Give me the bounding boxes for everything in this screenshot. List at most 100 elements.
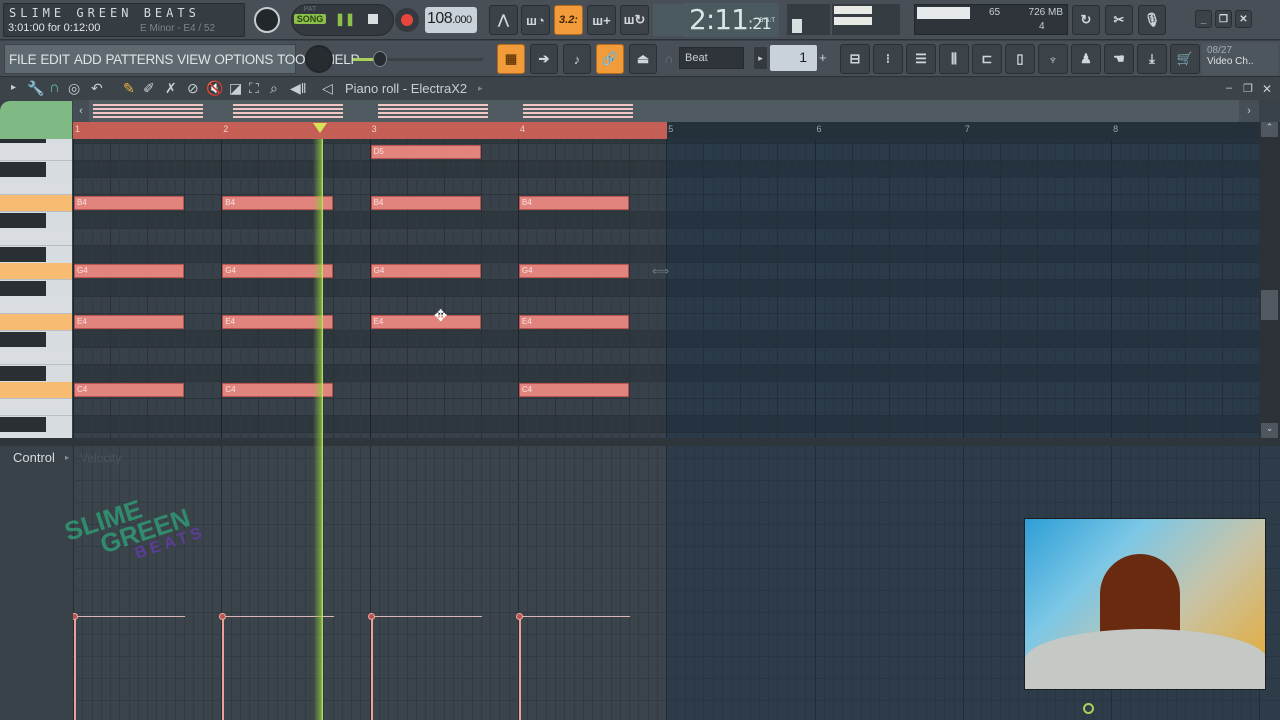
news-panel[interactable]: 08/27 Video Ch.. (1202, 43, 1278, 75)
note[interactable]: B4 (370, 196, 481, 210)
arrow-button[interactable]: ➔ (530, 44, 558, 74)
step-edit-button[interactable]: ш+ (587, 5, 616, 35)
note[interactable]: E4 (518, 315, 630, 329)
shop-button[interactable]: 🛒 (1170, 44, 1200, 74)
record-mode-icon[interactable]: ◎ (68, 80, 80, 97)
countdown-button[interactable]: 3.2: (554, 5, 583, 35)
step-value[interactable]: 1 (770, 45, 817, 71)
note[interactable]: C4 (518, 383, 630, 397)
microphone-button[interactable]: 🎙 (1138, 5, 1166, 35)
tempo-display[interactable]: 108.000 (425, 7, 477, 33)
mute-tool-icon[interactable]: ⊘ (187, 80, 199, 97)
white-key[interactable] (0, 398, 72, 416)
song-position-clock[interactable]: 2:11:21 B:S:T (683, 3, 779, 37)
main-pitch-knob[interactable] (305, 45, 333, 73)
typing-keyboard-button[interactable]: ⏏ (629, 44, 657, 74)
note[interactable]: B4 (518, 196, 630, 210)
note[interactable]: B4 (74, 196, 185, 210)
menu-file[interactable]: FILE (9, 52, 37, 67)
ruler-selection[interactable]: 1 2 3 4 (73, 122, 667, 139)
note[interactable]: G4 (518, 264, 630, 278)
note-grid[interactable]: B4 G4 E4 C4 B4 G4 E4 C4 D5 B4 G4 E4 B4 G4 E4 C4 (73, 139, 1259, 438)
black-key[interactable] (0, 212, 46, 228)
note[interactable]: E4 (74, 315, 185, 329)
scroll-left-button[interactable]: ‹ (73, 100, 89, 122)
playhead[interactable] (312, 139, 323, 720)
step-sequencer-button[interactable]: ⁝ (873, 44, 903, 74)
slider-handle[interactable] (373, 51, 387, 67)
playhead-marker[interactable] (312, 123, 327, 133)
pattern-overview-scrollbar[interactable] (73, 100, 1259, 122)
record-button[interactable] (395, 8, 419, 32)
performance-button[interactable]: ♟ (1071, 44, 1101, 74)
splitter[interactable] (0, 438, 1280, 446)
minimize-button[interactable]: _ (1195, 10, 1212, 28)
mute-speaker-icon[interactable]: 🔇 (206, 80, 223, 97)
undo-history-button[interactable]: ↻ (1072, 5, 1100, 35)
magnet-snap-icon[interactable]: ∩ (49, 79, 60, 96)
step-add-button[interactable]: + (819, 50, 827, 65)
note[interactable]: D5 (370, 145, 481, 159)
menu-patterns[interactable]: PATTERNS (105, 52, 173, 67)
paint-brush-icon[interactable]: ✐ (143, 80, 155, 97)
delete-tool-icon[interactable]: ✗ (165, 80, 177, 97)
note[interactable]: G4 (370, 264, 481, 278)
scroll-right-button[interactable]: › (1239, 100, 1259, 122)
pencil-icon[interactable]: ✎ (123, 80, 135, 97)
black-key[interactable] (0, 331, 46, 347)
menu-edit[interactable]: EDIT (40, 52, 70, 67)
pr-close-button[interactable]: ✕ (1262, 82, 1272, 96)
scroll-thumb[interactable] (1261, 290, 1278, 320)
control-label[interactable]: Control (13, 450, 55, 465)
stop-button[interactable] (368, 14, 378, 24)
note[interactable]: G4 (74, 264, 185, 278)
note[interactable]: E4 (370, 315, 481, 329)
black-key[interactable] (0, 280, 46, 296)
speaker-icon[interactable]: ◁ (322, 80, 333, 97)
playback-tool-icon[interactable]: ◀‖ (290, 80, 307, 97)
white-key[interactable] (0, 347, 72, 365)
title-arrow-icon[interactable]: ▸ (478, 83, 483, 94)
mixer-button[interactable]: ⫼ (939, 44, 969, 74)
velocity-bar[interactable] (222, 616, 225, 720)
control-arrow-icon[interactable]: ▸ (65, 453, 69, 462)
options-arrow-icon[interactable]: ▸ (11, 82, 16, 93)
maximize-button[interactable]: ❐ (1215, 10, 1232, 28)
velocity-bar[interactable] (74, 616, 76, 720)
white-key[interactable] (0, 381, 72, 399)
metronome-button[interactable]: ⋀ (489, 5, 518, 35)
loop-record-button[interactable]: ш↻ (620, 5, 649, 35)
zoom-tool-icon[interactable]: ⌕ (270, 80, 278, 97)
menu-add[interactable]: ADD (74, 52, 102, 67)
menu-view[interactable]: VIEW (177, 52, 211, 67)
white-key[interactable] (0, 262, 72, 280)
wait-input-button[interactable]: ш◔ (521, 5, 550, 35)
select-tool-icon[interactable]: ⛶ (249, 80, 259, 97)
browser-button[interactable]: ⊏ (972, 44, 1002, 74)
velocity-handle[interactable] (73, 613, 78, 620)
plugin-picker-button[interactable]: ▯ (1005, 44, 1035, 74)
scroll-down-button[interactable]: ⌄ (1261, 423, 1278, 438)
scroll-up-button[interactable]: ⌃ (1261, 122, 1278, 137)
white-key[interactable] (0, 194, 72, 212)
black-key[interactable] (0, 365, 46, 381)
link-button[interactable]: 🔗 (596, 44, 624, 74)
velocity-handle[interactable] (367, 613, 375, 620)
step-prev-button[interactable]: ▸ (754, 47, 767, 69)
piano-keyboard[interactable] (0, 139, 72, 438)
white-key[interactable] (0, 143, 72, 161)
close-button[interactable]: ✕ (1235, 10, 1252, 28)
plugin-button[interactable]: ♆ (1038, 44, 1068, 74)
velocity-bar[interactable] (518, 616, 521, 720)
cut-button[interactable]: ✂ (1105, 5, 1133, 35)
wrench-icon[interactable]: 🔧 (27, 80, 44, 97)
pause-button[interactable]: ❚❚ (335, 12, 355, 26)
piano-roll-button[interactable]: ▦ (497, 44, 525, 74)
download-button[interactable]: ⤓ (1137, 44, 1167, 74)
touch-button[interactable]: ☚ (1104, 44, 1134, 74)
pat-song-toggle[interactable]: PAT SONG (294, 6, 326, 34)
velocity-handle[interactable] (515, 613, 523, 620)
pr-maximize-button[interactable]: ❐ (1243, 82, 1253, 95)
black-key[interactable] (0, 139, 46, 143)
velocity-handle[interactable] (219, 613, 227, 620)
